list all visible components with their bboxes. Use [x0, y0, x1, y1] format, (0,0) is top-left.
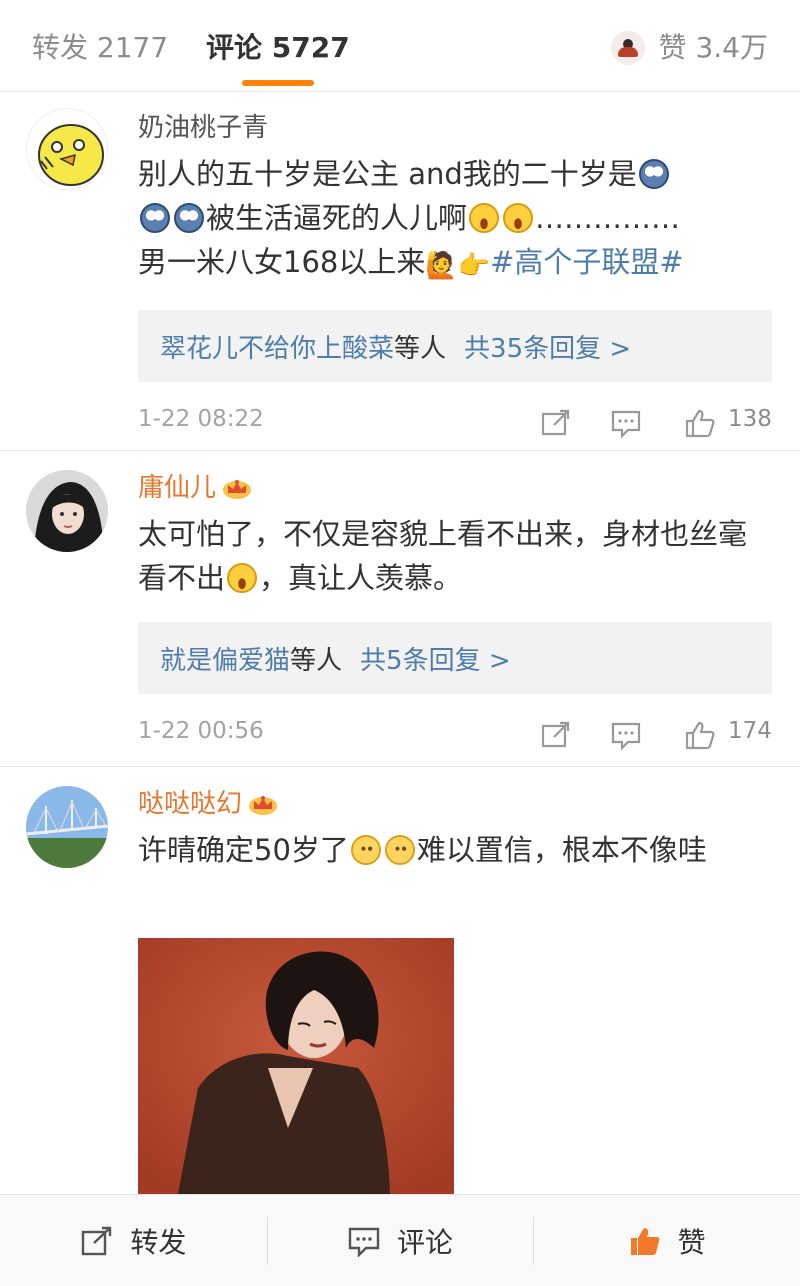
like-count: 138	[728, 406, 772, 432]
commenter-name-text: 哒哒哒幻	[138, 789, 243, 819]
repost-icon	[82, 1226, 112, 1255]
comment-icon[interactable]	[610, 408, 642, 438]
comment-text: 太可怕了，不仅是容貌上看不出来，身材也丝毫看不出 ，真让人羡慕。	[138, 517, 748, 595]
like-label: 赞	[677, 1225, 706, 1259]
comment-icon	[348, 1227, 380, 1257]
avatar[interactable]	[26, 108, 108, 190]
comment-meta: 1-22 00:56 174	[138, 702, 772, 772]
crown-icon	[249, 796, 278, 815]
like-count: 174	[728, 718, 772, 744]
like-icon[interactable]	[684, 408, 716, 438]
like-icon[interactable]	[684, 720, 716, 750]
avatar[interactable]	[26, 786, 108, 868]
replies-summary[interactable]: 翠花儿不给你上酸菜 等人 共35条回复 >	[138, 310, 772, 382]
repost-icon[interactable]	[540, 408, 572, 438]
commenter-name[interactable]: 哒哒哒幻	[138, 784, 772, 824]
emoji-shock-icon	[174, 203, 204, 233]
comment-time: 1-22 00:56	[138, 718, 264, 744]
emoji-cry-icon	[227, 563, 258, 593]
reply-user: 就是偏爱猫	[160, 645, 291, 676]
comment-button[interactable]: 评论	[266, 1195, 534, 1286]
comment-photo[interactable]	[138, 938, 454, 1194]
emoji-cry-icon	[503, 203, 534, 233]
comment-icon[interactable]	[610, 720, 642, 750]
commenter-name-text: 庸仙儿	[138, 473, 217, 503]
crown-icon	[223, 480, 252, 499]
divider	[0, 766, 800, 767]
reply-count: 共35条回复 >	[464, 333, 632, 364]
repost-button[interactable]: 转发	[0, 1195, 267, 1286]
repost-label: 转发	[130, 1225, 187, 1259]
commenter-name[interactable]: 奶油桃子青	[138, 108, 772, 148]
tab-like-label: 赞 3.4万	[658, 31, 768, 64]
reply-user: 翠花儿不给你上酸菜	[160, 333, 395, 364]
repost-icon[interactable]	[540, 720, 572, 750]
raising-hand-icon: 🙋	[425, 251, 458, 281]
tab-comment[interactable]: 评论 5727	[206, 28, 350, 68]
reply-count: 共5条回复 >	[360, 645, 511, 676]
avatar[interactable]	[26, 470, 108, 552]
reply-mid: 等人	[290, 645, 343, 676]
bottom-action-bar: 转发 评论 赞	[0, 1194, 800, 1286]
liker-avatar	[610, 31, 645, 65]
emoji-think-icon	[350, 835, 381, 865]
commenter-name[interactable]: 庸仙儿	[138, 468, 772, 508]
comment-time: 1-22 08:22	[138, 406, 264, 432]
active-tab-indicator	[242, 80, 314, 86]
pointing-hand-icon: 👉	[457, 251, 491, 281]
comment-label: 评论	[397, 1225, 454, 1259]
tab-like[interactable]: 赞 3.4万	[610, 28, 768, 68]
replies-summary[interactable]: 就是偏爱猫 等人 共5条回复 >	[138, 622, 772, 694]
emoji-shock-icon	[638, 159, 669, 189]
emoji-think-icon	[384, 835, 415, 865]
like-button[interactable]: 赞	[533, 1195, 800, 1286]
emoji-shock-icon	[140, 203, 170, 233]
comment-tabs: 转发 2177 评论 5727 赞 3.4万	[0, 0, 800, 92]
divider	[0, 450, 800, 451]
comment-text: 别人的五十岁是公主 and我的二十岁是 被生活逼死的人儿啊…………… 男一米八女…	[138, 152, 772, 288]
tab-repost[interactable]: 转发 2177	[32, 28, 168, 68]
comment-text: 许晴确定50岁了 难以置信，根本不像哇	[138, 833, 707, 867]
reply-mid: 等人	[394, 333, 447, 364]
emoji-cry-icon	[469, 203, 500, 233]
topic-link[interactable]: #高个子联盟#	[490, 245, 684, 279]
like-icon	[630, 1227, 660, 1255]
